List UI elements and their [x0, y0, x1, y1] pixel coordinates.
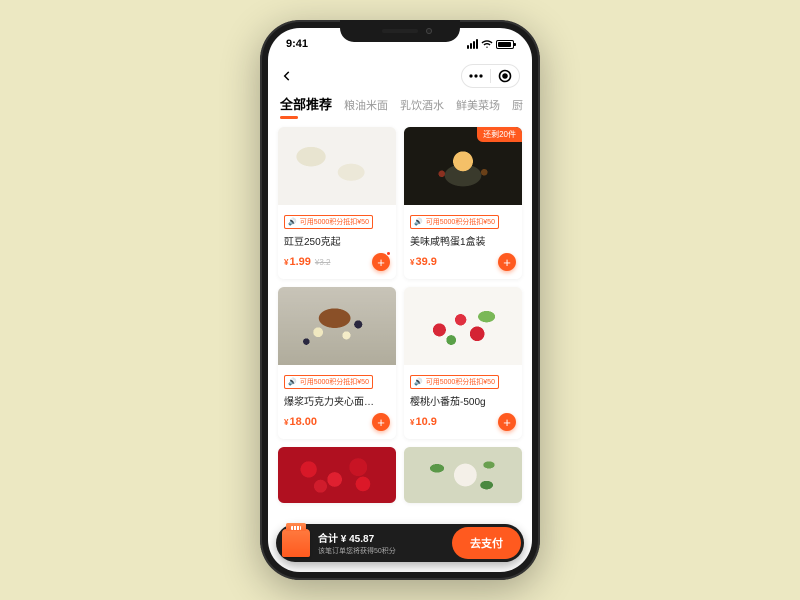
add-to-cart-button[interactable]: + [498, 253, 516, 271]
add-to-cart-button[interactable]: + [372, 253, 390, 271]
capsule-more-button[interactable] [462, 74, 490, 78]
battery-icon [496, 40, 514, 49]
category-tabs[interactable]: 全部推荐 粮油米面 乳饮酒水 鲜美菜场 厨 ☰ [268, 94, 532, 121]
checkout-totals: 合计 ¥ 45.87 该笔订单您将获得50积分 [310, 530, 452, 556]
wifi-icon [481, 40, 493, 49]
product-image [278, 447, 396, 503]
product-grid[interactable]: 🔊可用5000积分抵扣¥50 豇豆250克起 ¥1.99¥3.2 + 还剩20件… [268, 121, 532, 553]
promo-tag: 🔊可用5000积分抵扣¥50 [410, 215, 499, 229]
old-price: ¥3.2 [315, 258, 331, 267]
product-image [404, 447, 522, 503]
speaker-icon: 🔊 [414, 378, 423, 386]
stock-badge: 还剩20件 [477, 127, 522, 142]
product-title: 美味咸鸭蛋1盒装 [410, 233, 516, 248]
total-label: 合计 [318, 534, 338, 545]
product-title: 豇豆250克起 [284, 233, 390, 248]
add-to-cart-button[interactable]: + [372, 413, 390, 431]
tab-all-recommend[interactable]: 全部推荐 [280, 94, 332, 113]
nav-bar [268, 60, 532, 94]
status-indicators [467, 39, 514, 49]
back-button[interactable] [280, 69, 294, 83]
pay-button[interactable]: 去支付 [452, 527, 521, 559]
tab-drinks[interactable]: 乳饮酒水 [400, 97, 444, 113]
product-card[interactable] [404, 447, 522, 503]
signal-icon [467, 39, 478, 49]
speaker-icon: 🔊 [414, 218, 423, 226]
phone-notch [340, 20, 460, 42]
promo-tag: 🔊可用5000积分抵扣¥50 [284, 375, 373, 389]
product-image [404, 287, 522, 365]
product-price: ¥10.9 [410, 416, 437, 428]
product-price: ¥1.99¥3.2 [284, 256, 330, 268]
app-screen: 9:41 全部推荐 粮油米面 [268, 28, 532, 572]
checkout-bar: 合计 ¥ 45.87 该笔订单您将获得50积分 去支付 [276, 524, 524, 562]
product-card[interactable]: 还剩20件 🔊可用5000积分抵扣¥50 美味咸鸭蛋1盒装 ¥39.9 + [404, 127, 522, 279]
product-card[interactable]: 🔊可用5000积分抵扣¥50 樱桃小番茄-500g ¥10.9 + [404, 287, 522, 439]
product-image [278, 287, 396, 365]
tab-grain-oil[interactable]: 粮油米面 [344, 97, 388, 113]
tab-kitchen[interactable]: 厨 [512, 97, 523, 113]
cart-icon[interactable] [282, 529, 310, 557]
product-card[interactable]: 🔊可用5000积分抵扣¥50 豇豆250克起 ¥1.99¥3.2 + [278, 127, 396, 279]
product-card[interactable]: 🔊可用5000积分抵扣¥50 爆浆巧克力夹心面… ¥18.00 + [278, 287, 396, 439]
product-price: ¥39.9 [410, 256, 437, 268]
speaker-icon: 🔊 [288, 378, 297, 386]
product-image [278, 127, 396, 205]
total-amount: 45.87 [349, 534, 374, 545]
product-title: 樱桃小番茄-500g [410, 393, 516, 408]
capsule-close-button[interactable] [491, 69, 519, 83]
product-price: ¥18.00 [284, 416, 317, 428]
badge-dot [386, 251, 391, 256]
promo-tag: 🔊可用5000积分抵扣¥50 [410, 375, 499, 389]
points-note: 该笔订单您将获得50积分 [318, 546, 444, 556]
speaker-icon: 🔊 [288, 218, 297, 226]
phone-frame: 9:41 全部推荐 粮油米面 [260, 20, 540, 580]
product-title: 爆浆巧克力夹心面… [284, 393, 390, 408]
promo-tag: 🔊可用5000积分抵扣¥50 [284, 215, 373, 229]
status-time: 9:41 [286, 38, 308, 50]
add-to-cart-button[interactable]: + [498, 413, 516, 431]
tab-fresh-veg[interactable]: 鲜美菜场 [456, 97, 500, 113]
miniapp-capsule [461, 64, 520, 88]
product-card[interactable] [278, 447, 396, 503]
product-image: 还剩20件 [404, 127, 522, 205]
